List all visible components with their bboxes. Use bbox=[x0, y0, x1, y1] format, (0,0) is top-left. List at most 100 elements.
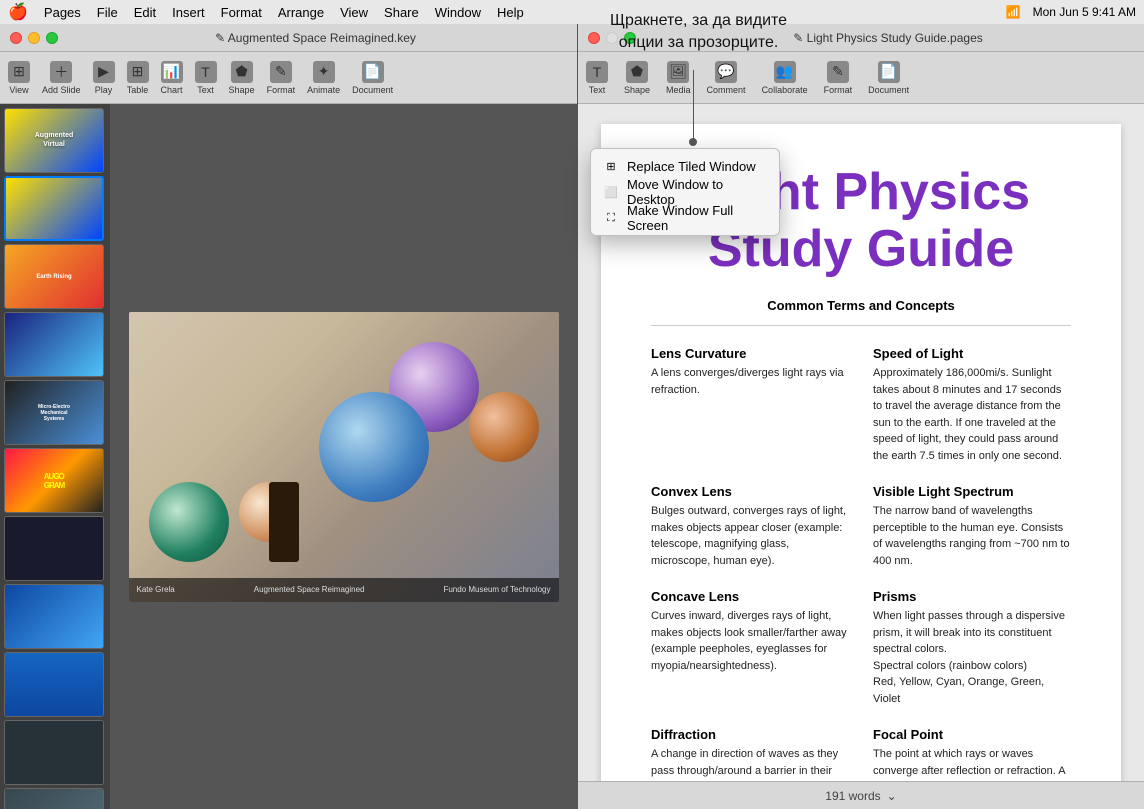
toolbar-chart[interactable]: 📊 Chart bbox=[161, 61, 183, 95]
pages-close-button[interactable] bbox=[588, 32, 600, 44]
move-to-desktop-icon: ⬜ bbox=[603, 184, 619, 200]
doc-entry-speed-of-light: Speed of Light Approximately 186,000mi/s… bbox=[873, 346, 1071, 464]
wifi-icon: 📶 bbox=[1006, 5, 1021, 19]
toolbar-text[interactable]: T Text bbox=[195, 61, 217, 95]
doc-entry-focal-point: Focal Point The point at which rays or w… bbox=[873, 727, 1071, 781]
tooltip-line1: Щракнете, за да видите bbox=[610, 10, 787, 32]
word-count-chevron[interactable]: ⌄ bbox=[887, 789, 897, 803]
entry-body-concave-lens: Curves inward, diverges rays of light, m… bbox=[651, 608, 849, 674]
keynote-window: ✎ Augmented Space Reimagined.key ⊞ View … bbox=[0, 24, 578, 809]
toolbar-shape[interactable]: ⬟ Shape bbox=[229, 61, 255, 95]
slide-thumb-7[interactable] bbox=[4, 516, 104, 581]
entry-title-speed-of-light: Speed of Light bbox=[873, 346, 1071, 361]
doc-entry-lens-curvature: Lens Curvature A lens converges/diverges… bbox=[651, 346, 849, 464]
ctx-replace-tiled[interactable]: ⊞ Replace Tiled Window bbox=[591, 153, 779, 179]
slide-thumb-8[interactable] bbox=[4, 584, 104, 649]
close-button[interactable] bbox=[10, 32, 22, 44]
menu-format[interactable]: Format bbox=[221, 5, 262, 20]
toolbar-add-slide[interactable]: ＋ Add Slide bbox=[42, 61, 81, 95]
menu-share[interactable]: Share bbox=[384, 5, 419, 20]
slide-caption-bar: Kate Grela Augmented Space Reimagined Fu… bbox=[129, 578, 559, 602]
toolbar-format[interactable]: ✎ Format bbox=[267, 61, 296, 95]
keynote-toolbar: ⊞ View ＋ Add Slide ▶ Play ⊞ Table 📊 Char… bbox=[0, 52, 577, 104]
pages-toolbar-comment[interactable]: 💬 Comment bbox=[707, 61, 746, 95]
toolbar-animate[interactable]: ✦ Animate bbox=[307, 61, 340, 95]
menu-edit[interactable]: Edit bbox=[134, 5, 156, 20]
slide-thumb-2[interactable] bbox=[4, 176, 104, 241]
tooltip-line2: опции за прозорците. bbox=[610, 32, 787, 54]
document-columns: Lens Curvature A lens converges/diverges… bbox=[651, 346, 1071, 781]
entry-title-focal-point: Focal Point bbox=[873, 727, 1071, 742]
pages-toolbar-media[interactable]: 🖼 Media bbox=[666, 61, 691, 95]
pages-media-icon: 🖼 bbox=[667, 61, 689, 83]
ctx-move-to-desktop[interactable]: ⬜ Move Window to Desktop bbox=[591, 179, 779, 205]
text-icon: T bbox=[195, 61, 217, 83]
play-icon: ▶ bbox=[93, 61, 115, 83]
slide-thumb-4[interactable] bbox=[4, 312, 104, 377]
menu-insert[interactable]: Insert bbox=[172, 5, 205, 20]
pages-comment-icon: 💬 bbox=[715, 61, 737, 83]
pages-toolbar-document[interactable]: 📄 Document bbox=[868, 61, 909, 95]
callout-dot bbox=[689, 138, 697, 146]
slide-thumb-3[interactable]: Earth Rising bbox=[4, 244, 104, 309]
pages-toolbar-shape[interactable]: ⬟ Shape bbox=[624, 61, 650, 95]
slide-thumb-9[interactable] bbox=[4, 652, 104, 717]
doc-entry-concave-lens: Concave Lens Curves inward, diverges ray… bbox=[651, 589, 849, 707]
menu-help[interactable]: Help bbox=[497, 5, 524, 20]
doc-entry-diffraction: Diffraction A change in direction of wav… bbox=[651, 727, 849, 781]
maximize-button[interactable] bbox=[46, 32, 58, 44]
entry-title-concave-lens: Concave Lens bbox=[651, 589, 849, 604]
ctx-make-full-screen[interactable]: ⛶ Make Window Full Screen bbox=[591, 205, 779, 231]
table-icon: ⊞ bbox=[127, 61, 149, 83]
entry-title-lens-curvature: Lens Curvature bbox=[651, 346, 849, 361]
slide-background-art bbox=[129, 312, 559, 602]
animate-icon: ✦ bbox=[313, 61, 335, 83]
menu-window[interactable]: Window bbox=[435, 5, 481, 20]
pages-window: ✎ Light Physics Study Guide.pages T Text… bbox=[578, 24, 1144, 809]
slide-thumb-6[interactable]: AUGOGRAM bbox=[4, 448, 104, 513]
pages-toolbar-text[interactable]: T Text bbox=[586, 61, 608, 95]
apple-menu[interactable]: 🍎 bbox=[8, 2, 28, 22]
slide-thumb-5[interactable]: Micro-ElectroMechanicalSystems bbox=[4, 380, 104, 445]
toolbar-table[interactable]: ⊞ Table bbox=[127, 61, 149, 95]
add-slide-icon: ＋ bbox=[50, 61, 72, 83]
document-divider bbox=[651, 325, 1071, 326]
pages-toolbar-collaborate[interactable]: 👥 Collaborate bbox=[762, 61, 808, 95]
entry-title-prisms: Prisms bbox=[873, 589, 1071, 604]
entry-body-convex-lens: Bulges outward, converges rays of light,… bbox=[651, 503, 849, 569]
menu-view[interactable]: View bbox=[340, 5, 368, 20]
entry-title-visible-light: Visible Light Spectrum bbox=[873, 484, 1071, 499]
pages-text-icon: T bbox=[586, 61, 608, 83]
pages-toolbar-format[interactable]: ✎ Format bbox=[824, 61, 853, 95]
entry-body-focal-point: The point at which rays or waves converg… bbox=[873, 746, 1071, 781]
sphere-teal bbox=[149, 482, 229, 562]
toolbar-view[interactable]: ⊞ View bbox=[8, 61, 30, 95]
sphere-orange bbox=[469, 392, 539, 462]
replace-tiled-icon: ⊞ bbox=[603, 158, 619, 174]
toolbar-play[interactable]: ▶ Play bbox=[93, 61, 115, 95]
menu-arrange[interactable]: Arrange bbox=[278, 5, 324, 20]
slide-thumb-10[interactable] bbox=[4, 720, 104, 785]
date-time: Mon Jun 5 9:41 AM bbox=[1033, 5, 1136, 19]
slide-thumb-11[interactable] bbox=[4, 788, 104, 809]
pages-document-icon: 📄 bbox=[878, 61, 900, 83]
doc-entry-convex-lens: Convex Lens Bulges outward, converges ra… bbox=[651, 484, 849, 569]
pages-format-icon: ✎ bbox=[827, 61, 849, 83]
menu-file[interactable]: File bbox=[97, 5, 118, 20]
document-icon: 📄 bbox=[362, 61, 384, 83]
menu-pages[interactable]: Pages bbox=[44, 5, 81, 20]
tooltip-callout: Щракнете, за да видите опции за прозорци… bbox=[610, 10, 787, 55]
caption-left: Kate Grela bbox=[137, 585, 175, 594]
figure-silhouette bbox=[269, 482, 299, 562]
pages-toolbar: T Text ⬟ Shape 🖼 Media 💬 Comment 👥 Colla… bbox=[578, 52, 1144, 104]
slide-thumb-1[interactable]: AugmentedVirtual bbox=[4, 108, 104, 173]
make-fullscreen-icon: ⛶ bbox=[603, 210, 619, 226]
caption-center: Augmented Space Reimagined bbox=[254, 585, 365, 594]
desktop: ✎ Augmented Space Reimagined.key ⊞ View … bbox=[0, 24, 1144, 809]
toolbar-document[interactable]: 📄 Document bbox=[352, 61, 393, 95]
caption-right: Fundo Museum of Technology bbox=[443, 585, 550, 594]
pages-shape-icon: ⬟ bbox=[626, 61, 648, 83]
slide-panel[interactable]: 1 AugmentedVirtual 2 3 bbox=[0, 104, 110, 809]
chart-icon: 📊 bbox=[161, 61, 183, 83]
minimize-button[interactable] bbox=[28, 32, 40, 44]
